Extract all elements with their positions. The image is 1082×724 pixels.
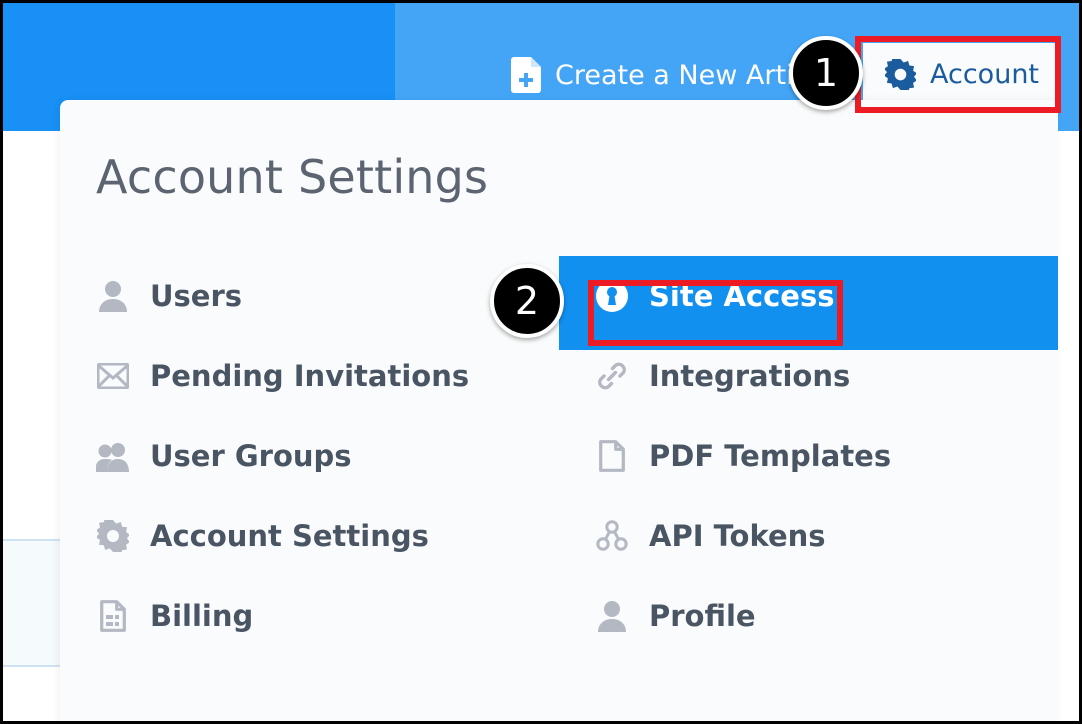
users-group-icon [96,439,130,473]
menu-item-billing[interactable]: Billing [96,599,253,633]
screenshot-root: Create a New Article Account Account Set… [0,0,1082,724]
envelope-icon [96,359,130,393]
menu-item-label: User Groups [150,439,352,473]
menu-row: Billing Profile [60,576,1058,656]
invoice-icon [96,599,130,633]
account-button-label: Account [930,58,1040,90]
menu-row: Account Settings API Tokens [60,496,1058,576]
menu-item-label: Billing [150,599,254,633]
menu-row: User Groups PDF Templates [60,416,1058,496]
menu-item-integrations[interactable]: Integrations [595,359,850,393]
menu-item-pdf-templates[interactable]: PDF Templates [595,439,891,473]
page-title: Account Settings [96,150,489,204]
user-icon [595,599,629,633]
menu-item-label: Integrations [649,359,851,393]
menu-item-label: Pending Invitations [150,359,470,393]
gear-icon [96,519,130,553]
menu-item-pending-invitations[interactable]: Pending Invitations [96,359,469,393]
page-icon [595,439,629,473]
menu-row: Pending Invitations Integrations [60,336,1058,416]
account-button[interactable]: Account [863,43,1055,105]
document-plus-icon [511,57,541,93]
lock-keyhole-icon [595,279,629,313]
api-nodes-icon [595,519,629,553]
menu-item-users[interactable]: Users [96,279,242,313]
menu-item-account-settings[interactable]: Account Settings [96,519,429,553]
site-access-menu-item[interactable]: Site Access [595,279,834,313]
create-new-article-button[interactable]: Create a New Article [511,57,833,93]
account-settings-dropdown-panel: Account Settings Users Site Access Pendi… [60,100,1058,721]
link-chain-icon [595,359,629,393]
annotation-badge-1: 1 [789,36,863,110]
annotation-badge-2: 2 [490,264,564,338]
menu-item-label: PDF Templates [649,439,892,473]
menu-item-api-tokens[interactable]: API Tokens [595,519,826,553]
menu-item-label: API Tokens [649,519,826,553]
menu-item-label: Site Access [649,279,835,313]
user-icon [96,279,130,313]
menu-item-label: Account Settings [150,519,429,553]
menu-item-label: Profile [649,599,756,633]
gear-icon [885,58,916,90]
menu-item-user-groups[interactable]: User Groups [96,439,352,473]
menu-item-label: Users [150,279,243,313]
menu-item-profile[interactable]: Profile [595,599,756,633]
